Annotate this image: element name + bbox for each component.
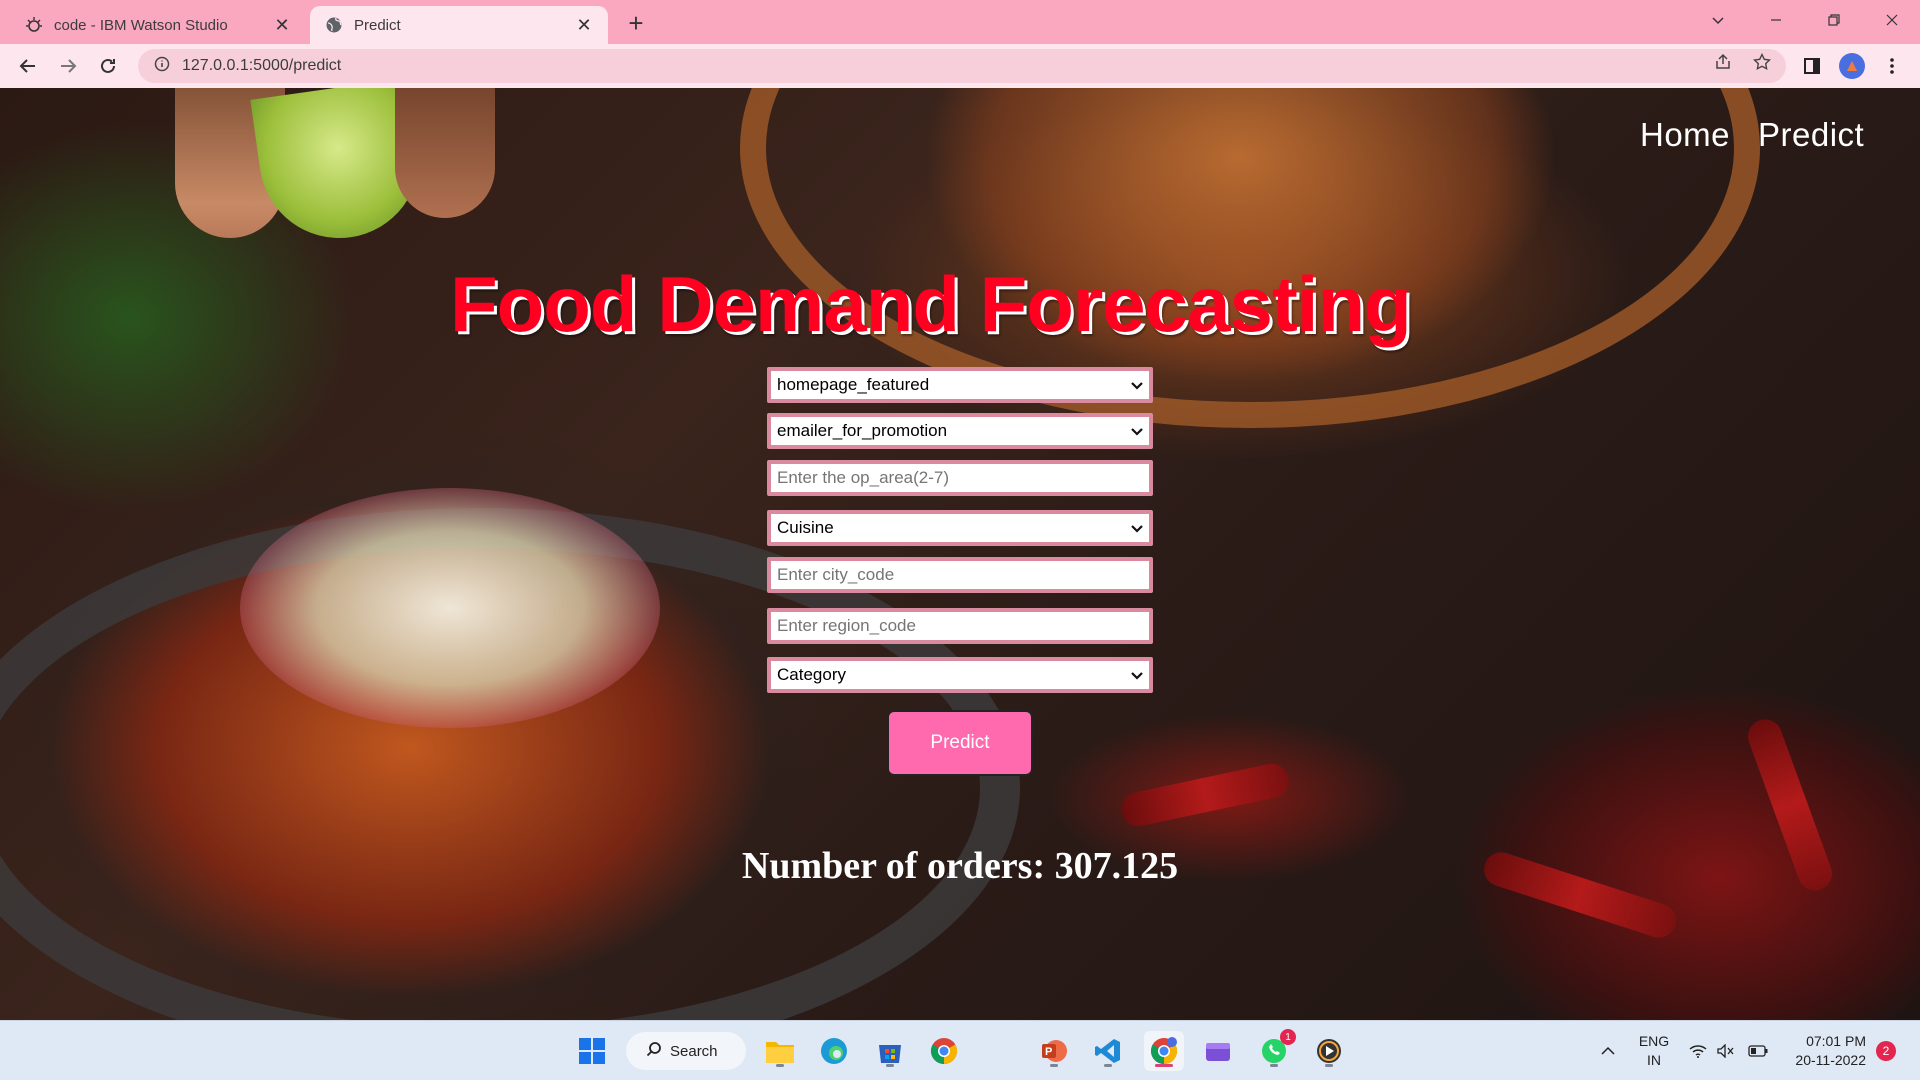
reload-icon[interactable] <box>92 50 124 82</box>
search-label: Search <box>670 1042 718 1060</box>
running-indicator <box>776 1064 784 1067</box>
windows-start-icon[interactable] <box>572 1031 612 1071</box>
watson-studio-icon <box>24 15 44 35</box>
restore-button[interactable] <box>1806 0 1862 40</box>
tab-ibm-watson-studio[interactable]: code - IBM Watson Studio ✕ <box>10 6 306 44</box>
language-code: ENG <box>1638 1033 1670 1049</box>
prediction-result: Number of orders: 307.125 <box>741 845 1179 887</box>
browser-toolbar: 127.0.0.1:5000/predict <box>0 44 1920 88</box>
minimize-button[interactable] <box>1748 0 1804 40</box>
clock-date: 20-11-2022 <box>1795 1052 1866 1068</box>
file-explorer-icon[interactable] <box>760 1031 800 1071</box>
clock-time: 07:01 PM <box>1806 1033 1866 1049</box>
new-tab-button[interactable]: + <box>620 8 652 40</box>
search-icon <box>646 1041 662 1061</box>
running-indicator <box>1155 1064 1173 1067</box>
whatsapp-unread-badge: 1 <box>1280 1029 1296 1045</box>
chevron-down-icon <box>1131 377 1143 393</box>
edge-browser-icon[interactable] <box>814 1031 854 1071</box>
region-code-input[interactable]: Enter region_code <box>767 608 1153 644</box>
homepage-featured-select[interactable]: homepage_featured <box>767 367 1153 403</box>
running-indicator <box>1050 1064 1058 1067</box>
city-code-input[interactable]: Enter city_code <box>767 557 1153 593</box>
input-placeholder: Enter the op_area(2-7) <box>777 468 949 487</box>
tab-title: code - IBM Watson Studio <box>54 16 228 34</box>
running-indicator <box>1104 1064 1112 1067</box>
address-bar[interactable]: 127.0.0.1:5000/predict <box>138 49 1786 83</box>
globe-icon <box>324 15 344 35</box>
taskbar-search-box[interactable]: Search <box>626 1032 746 1070</box>
select-value: homepage_featured <box>777 375 930 394</box>
browser-tab-strip: code - IBM Watson Studio ✕ Predict ✕ + <box>0 0 1920 44</box>
windows-taskbar: Search P 1 ENG IN 07:01 PM 20-11-2022 2 <box>0 1020 1920 1080</box>
tab-predict[interactable]: Predict ✕ <box>310 6 608 44</box>
close-window-button[interactable] <box>1864 0 1920 40</box>
volume-muted-icon[interactable] <box>1714 1021 1738 1080</box>
running-indicator <box>886 1064 894 1067</box>
cuisine-select[interactable]: Cuisine <box>767 510 1153 546</box>
show-hidden-icons-chevron-icon[interactable] <box>1596 1021 1620 1080</box>
tab-search-chevron-icon[interactable] <box>1690 0 1746 40</box>
side-panel-icon[interactable] <box>1796 50 1828 82</box>
whatsapp-icon[interactable]: 1 <box>1254 1029 1296 1071</box>
select-value: Category <box>777 665 846 684</box>
emailer-for-promotion-select[interactable]: emailer_for_promotion <box>767 413 1153 449</box>
url-text: 127.0.0.1:5000/predict <box>182 57 342 74</box>
microsoft-store-icon[interactable] <box>870 1031 910 1071</box>
region-code: IN <box>1647 1052 1661 1068</box>
forward-arrow-icon[interactable] <box>52 50 84 82</box>
notification-count-badge[interactable]: 2 <box>1876 1041 1896 1061</box>
back-arrow-icon[interactable] <box>12 50 44 82</box>
chevron-down-icon <box>1131 423 1143 439</box>
svg-text:P: P <box>1045 1046 1052 1058</box>
chrome-icon[interactable] <box>924 1031 964 1071</box>
share-icon[interactable] <box>1711 50 1735 74</box>
wifi-icon[interactable] <box>1686 1021 1710 1080</box>
profile-avatar[interactable] <box>1836 50 1868 82</box>
chevron-down-icon <box>1131 667 1143 683</box>
taskbar-clock[interactable]: 07:01 PM 20-11-2022 <box>1786 1032 1866 1070</box>
tab-close-icon[interactable]: ✕ <box>574 15 594 35</box>
running-indicator <box>1325 1064 1333 1067</box>
browser-menu-icon[interactable] <box>1876 50 1908 82</box>
running-indicator <box>1270 1064 1278 1067</box>
select-value: Cuisine <box>777 518 834 537</box>
battery-icon[interactable] <box>1746 1021 1770 1080</box>
chrome-profile-active-icon[interactable] <box>1144 1031 1184 1071</box>
category-select[interactable]: Category <box>767 657 1153 693</box>
tab-close-icon[interactable]: ✕ <box>272 15 292 35</box>
clipchamp-icon[interactable] <box>1198 1031 1238 1071</box>
bookmark-star-icon[interactable] <box>1750 50 1774 74</box>
input-placeholder: Enter region_code <box>777 616 916 635</box>
vscode-icon[interactable] <box>1088 1031 1128 1071</box>
select-value: emailer_for_promotion <box>777 421 948 440</box>
page-background: Home Predict Food Demand Forecasting hom… <box>0 88 1920 1020</box>
site-info-icon[interactable] <box>154 56 170 77</box>
powerpoint-icon[interactable]: P <box>1034 1031 1074 1071</box>
media-player-icon[interactable] <box>1309 1031 1349 1071</box>
tab-title: Predict <box>354 16 401 34</box>
chevron-down-icon <box>1131 520 1143 536</box>
op-area-input[interactable]: Enter the op_area(2-7) <box>767 460 1153 496</box>
predict-button[interactable]: Predict <box>887 710 1033 776</box>
language-indicator[interactable]: ENG IN <box>1636 1021 1672 1080</box>
input-placeholder: Enter city_code <box>777 565 895 584</box>
